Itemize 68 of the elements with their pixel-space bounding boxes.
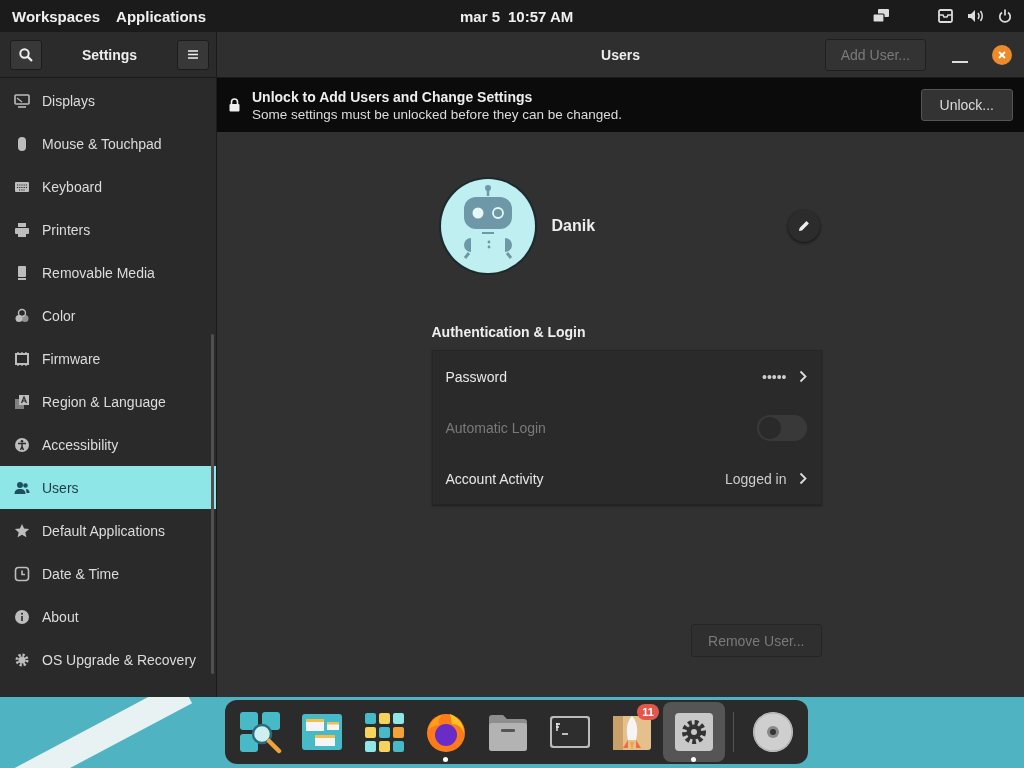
notifications-icon[interactable] bbox=[938, 9, 953, 23]
infobar-title: Unlock to Add Users and Change Settings bbox=[252, 88, 534, 105]
notification-badge: 11 bbox=[637, 704, 659, 720]
gear-icon bbox=[672, 710, 716, 754]
clock-date[interactable]: mar 5 bbox=[460, 7, 501, 25]
sidebar-item[interactable]: Removable Media bbox=[0, 251, 216, 294]
search-button[interactable] bbox=[10, 39, 42, 70]
dock-item[interactable]: 11 bbox=[601, 702, 663, 762]
sidebar-item[interactable]: Date & Time bbox=[0, 552, 216, 595]
printer-icon bbox=[14, 221, 30, 238]
network-icon[interactable] bbox=[872, 9, 890, 23]
search-app-icon bbox=[238, 710, 282, 754]
sidebar-item[interactable]: About bbox=[0, 595, 216, 638]
users-icon bbox=[14, 479, 30, 496]
lock-icon bbox=[229, 98, 240, 112]
clock-time[interactable]: 10:57 AM bbox=[508, 7, 574, 25]
star-icon bbox=[14, 522, 30, 539]
row-value: ••••• bbox=[762, 368, 787, 385]
chip-icon bbox=[14, 350, 30, 367]
minimize-button[interactable] bbox=[952, 60, 968, 63]
applications-button[interactable]: Applications bbox=[116, 7, 207, 25]
sidebar-item[interactable]: Keyboard bbox=[0, 165, 216, 208]
chevron-right-icon bbox=[798, 472, 807, 485]
app-grid-icon bbox=[362, 710, 406, 754]
menu-button[interactable] bbox=[177, 39, 209, 70]
sidebar-item[interactable]: Region & Language bbox=[0, 380, 216, 423]
close-icon bbox=[998, 50, 1006, 59]
search-icon bbox=[19, 47, 33, 62]
accessibility-icon bbox=[14, 436, 30, 453]
monitor-icon bbox=[14, 92, 30, 109]
gear-icon bbox=[14, 651, 30, 668]
menu-icon bbox=[188, 50, 198, 59]
row-value: Logged in bbox=[725, 470, 787, 487]
sidebar-item[interactable]: Default Applications bbox=[0, 509, 216, 552]
sidebar-item[interactable]: Accessibility bbox=[0, 423, 216, 466]
row-label: Automatic Login bbox=[445, 419, 546, 436]
window-title: Users bbox=[601, 46, 640, 63]
sidebar-item[interactable]: Firmware bbox=[0, 337, 216, 380]
unlock-button[interactable]: Unlock... bbox=[920, 89, 1013, 121]
sidebar-item[interactable]: Printers bbox=[0, 208, 216, 251]
row-label: Password bbox=[445, 368, 507, 385]
sidebar-item[interactable]: Displays bbox=[0, 79, 216, 122]
settings-row[interactable]: Password ••••• bbox=[432, 351, 821, 402]
volume-icon[interactable] bbox=[967, 9, 984, 23]
row-label: Account Activity bbox=[445, 470, 544, 487]
sidebar-item[interactable]: OS Upgrade & Recovery bbox=[0, 638, 216, 681]
chevron-right-icon bbox=[798, 370, 807, 383]
settings-row[interactable]: Account Activity Logged in bbox=[432, 453, 821, 504]
sidebar-title: Settings bbox=[80, 46, 139, 63]
workspaces-button[interactable]: Workspaces bbox=[12, 7, 101, 25]
disc-icon bbox=[751, 710, 795, 754]
sidebar-item[interactable]: Mouse & Touchpad bbox=[0, 122, 216, 165]
power-icon[interactable] bbox=[998, 9, 1012, 23]
section-heading: Authentication & Login bbox=[431, 324, 587, 340]
color-circles-icon bbox=[14, 307, 30, 324]
sidebar-item[interactable]: Users bbox=[0, 466, 216, 509]
user-name: Danik bbox=[551, 217, 597, 235]
clock-icon bbox=[14, 565, 30, 582]
scrollbar[interactable] bbox=[211, 334, 214, 674]
language-icon bbox=[14, 393, 30, 410]
close-button[interactable] bbox=[992, 44, 1012, 65]
infobar-message: Some settings must be unlocked before they can be changed. bbox=[252, 106, 622, 122]
robot-avatar[interactable] bbox=[437, 176, 538, 276]
info-icon bbox=[14, 608, 30, 625]
sidebar-item[interactable]: Color bbox=[0, 294, 216, 337]
pencil-icon bbox=[797, 220, 810, 232]
dock-item[interactable] bbox=[663, 702, 725, 762]
edit-name-button[interactable] bbox=[787, 210, 820, 242]
